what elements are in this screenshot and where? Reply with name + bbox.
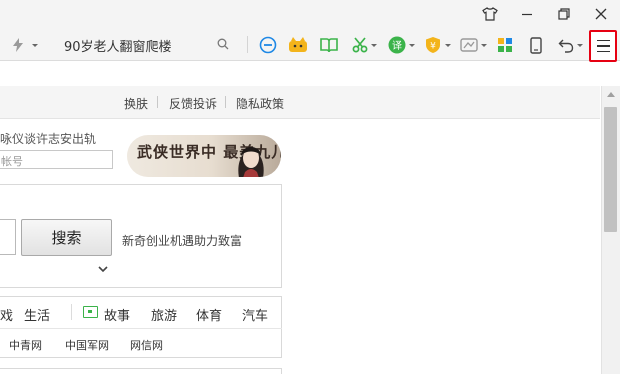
next-panel bbox=[0, 368, 282, 374]
title-bar bbox=[0, 0, 620, 28]
chevron-down-icon bbox=[32, 43, 38, 47]
chevron-down-icon bbox=[444, 43, 451, 47]
site-link[interactable]: 中国军网 bbox=[65, 337, 109, 353]
character-portrait-icon bbox=[238, 147, 264, 177]
site-link[interactable]: 中青网 bbox=[9, 337, 42, 353]
search-icon[interactable] bbox=[217, 38, 229, 50]
apps-grid-icon[interactable] bbox=[494, 33, 516, 57]
search-input[interactable]: 90岁老人翻窗爬楼 bbox=[56, 31, 240, 58]
skin-icon[interactable] bbox=[472, 0, 508, 28]
chevron-down-icon bbox=[370, 43, 377, 47]
category-item[interactable]: 戏 bbox=[0, 305, 13, 324]
menu-icon[interactable] bbox=[589, 30, 617, 62]
chevron-down-icon bbox=[480, 43, 487, 47]
site-link[interactable]: 网信网 bbox=[130, 337, 163, 353]
search-button[interactable]: 搜索 bbox=[21, 219, 112, 256]
privacy-link[interactable]: 隐私政策 bbox=[236, 95, 284, 112]
scroll-thumb[interactable] bbox=[604, 107, 617, 232]
category-item[interactable]: 体育 bbox=[196, 305, 222, 324]
news-headline-link[interactable]: 咏仪谈许志安出轨 bbox=[0, 130, 96, 147]
toolbar-divider bbox=[247, 36, 248, 53]
svg-text:¥: ¥ bbox=[430, 42, 436, 52]
game-banner[interactable]: 武侠世界中 最美九儿 bbox=[127, 135, 281, 177]
coin-shield-icon[interactable]: ¥ bbox=[421, 33, 453, 57]
top-links-bar: 换肤 反馈投诉 隐私政策 bbox=[0, 86, 600, 119]
category-item[interactable]: 汽车 bbox=[242, 305, 268, 324]
vertical-scrollbar[interactable] bbox=[601, 86, 620, 374]
minus-circle-icon[interactable] bbox=[257, 33, 279, 57]
web-search-input[interactable] bbox=[0, 219, 16, 255]
chevron-down-icon bbox=[408, 43, 415, 47]
chevron-down-icon bbox=[576, 43, 583, 47]
close-icon[interactable] bbox=[583, 0, 619, 28]
skin-link[interactable]: 换肤 bbox=[124, 95, 148, 112]
chevron-down-icon[interactable] bbox=[97, 265, 109, 273]
scissors-icon[interactable] bbox=[348, 33, 380, 57]
category-item[interactable]: 故事 bbox=[104, 305, 130, 324]
translate-icon[interactable]: 译 bbox=[385, 33, 417, 57]
cartoon-cat-icon[interactable] bbox=[287, 33, 309, 57]
category-item[interactable]: 旅游 bbox=[151, 305, 177, 324]
feedback-link[interactable]: 反馈投诉 bbox=[169, 95, 217, 112]
scroll-up-icon[interactable] bbox=[607, 92, 615, 97]
game-controller-icon[interactable] bbox=[457, 33, 489, 57]
restore-icon[interactable] bbox=[546, 0, 582, 28]
minimize-icon[interactable] bbox=[509, 0, 545, 28]
svg-text:译: 译 bbox=[392, 40, 402, 52]
book-icon[interactable] bbox=[318, 33, 340, 57]
undo-icon[interactable] bbox=[555, 33, 585, 57]
story-icon bbox=[83, 306, 98, 318]
account-field[interactable]: 帐号 bbox=[0, 150, 113, 169]
flash-icon[interactable] bbox=[6, 33, 44, 57]
category-item[interactable]: 生活 bbox=[24, 305, 50, 324]
promo-link[interactable]: 新奇创业机遇助力致富 bbox=[122, 232, 242, 249]
phone-icon[interactable] bbox=[525, 33, 547, 57]
